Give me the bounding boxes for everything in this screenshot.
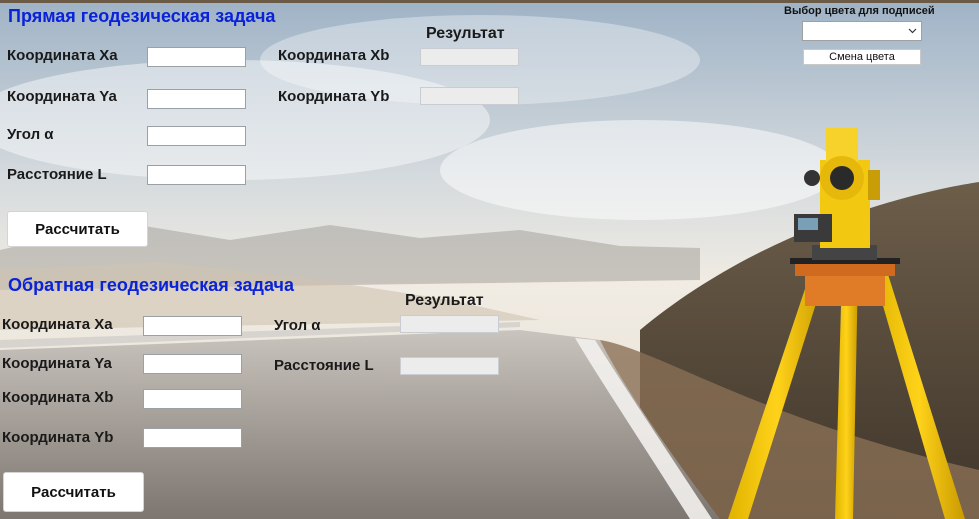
color-picker-label: Выбор цвета для подписей <box>784 5 935 17</box>
inverse-yb-label: Координата Yb <box>2 429 114 446</box>
inverse-distance-output <box>400 357 499 375</box>
inverse-xa-input[interactable] <box>143 316 242 336</box>
direct-xb-label: Координата Xb <box>278 47 390 64</box>
direct-ya-label: Координата Ya <box>7 88 117 105</box>
direct-ya-input[interactable] <box>147 89 246 109</box>
direct-calculate-button[interactable]: Рассчитать <box>7 211 148 247</box>
direct-xa-label: Координата Xa <box>7 47 118 64</box>
inverse-result-title: Результат <box>405 292 484 309</box>
inverse-angle-output <box>400 315 499 333</box>
direct-result-title: Результат <box>426 25 505 42</box>
inverse-calculate-button[interactable]: Рассчитать <box>3 472 144 512</box>
direct-distance-input[interactable] <box>147 165 246 185</box>
inverse-problem-title: Обратная геодезическая задача <box>8 275 294 295</box>
inverse-yb-input[interactable] <box>143 428 242 448</box>
direct-xb-output <box>420 48 519 66</box>
direct-yb-label: Координата Yb <box>278 88 390 105</box>
direct-problem-title: Прямая геодезическая задача <box>8 6 276 26</box>
inverse-ya-label: Координата Ya <box>2 355 112 372</box>
direct-angle-input[interactable] <box>147 126 246 146</box>
direct-yb-output <box>420 87 519 105</box>
color-select[interactable] <box>802 21 922 41</box>
inverse-xb-input[interactable] <box>143 389 242 409</box>
direct-xa-input[interactable] <box>147 47 246 67</box>
direct-distance-label: Расстояние L <box>7 166 107 183</box>
change-color-button[interactable]: Смена цвета <box>803 49 921 65</box>
inverse-ya-input[interactable] <box>143 354 242 374</box>
inverse-xb-label: Координата Xb <box>2 389 114 406</box>
direct-angle-label: Угол α <box>7 126 54 143</box>
inverse-xa-label: Координата Xa <box>2 316 113 333</box>
inverse-angle-label: Угол α <box>274 317 321 334</box>
chevron-down-icon <box>908 28 917 34</box>
inverse-distance-label: Расстояние L <box>274 357 374 374</box>
